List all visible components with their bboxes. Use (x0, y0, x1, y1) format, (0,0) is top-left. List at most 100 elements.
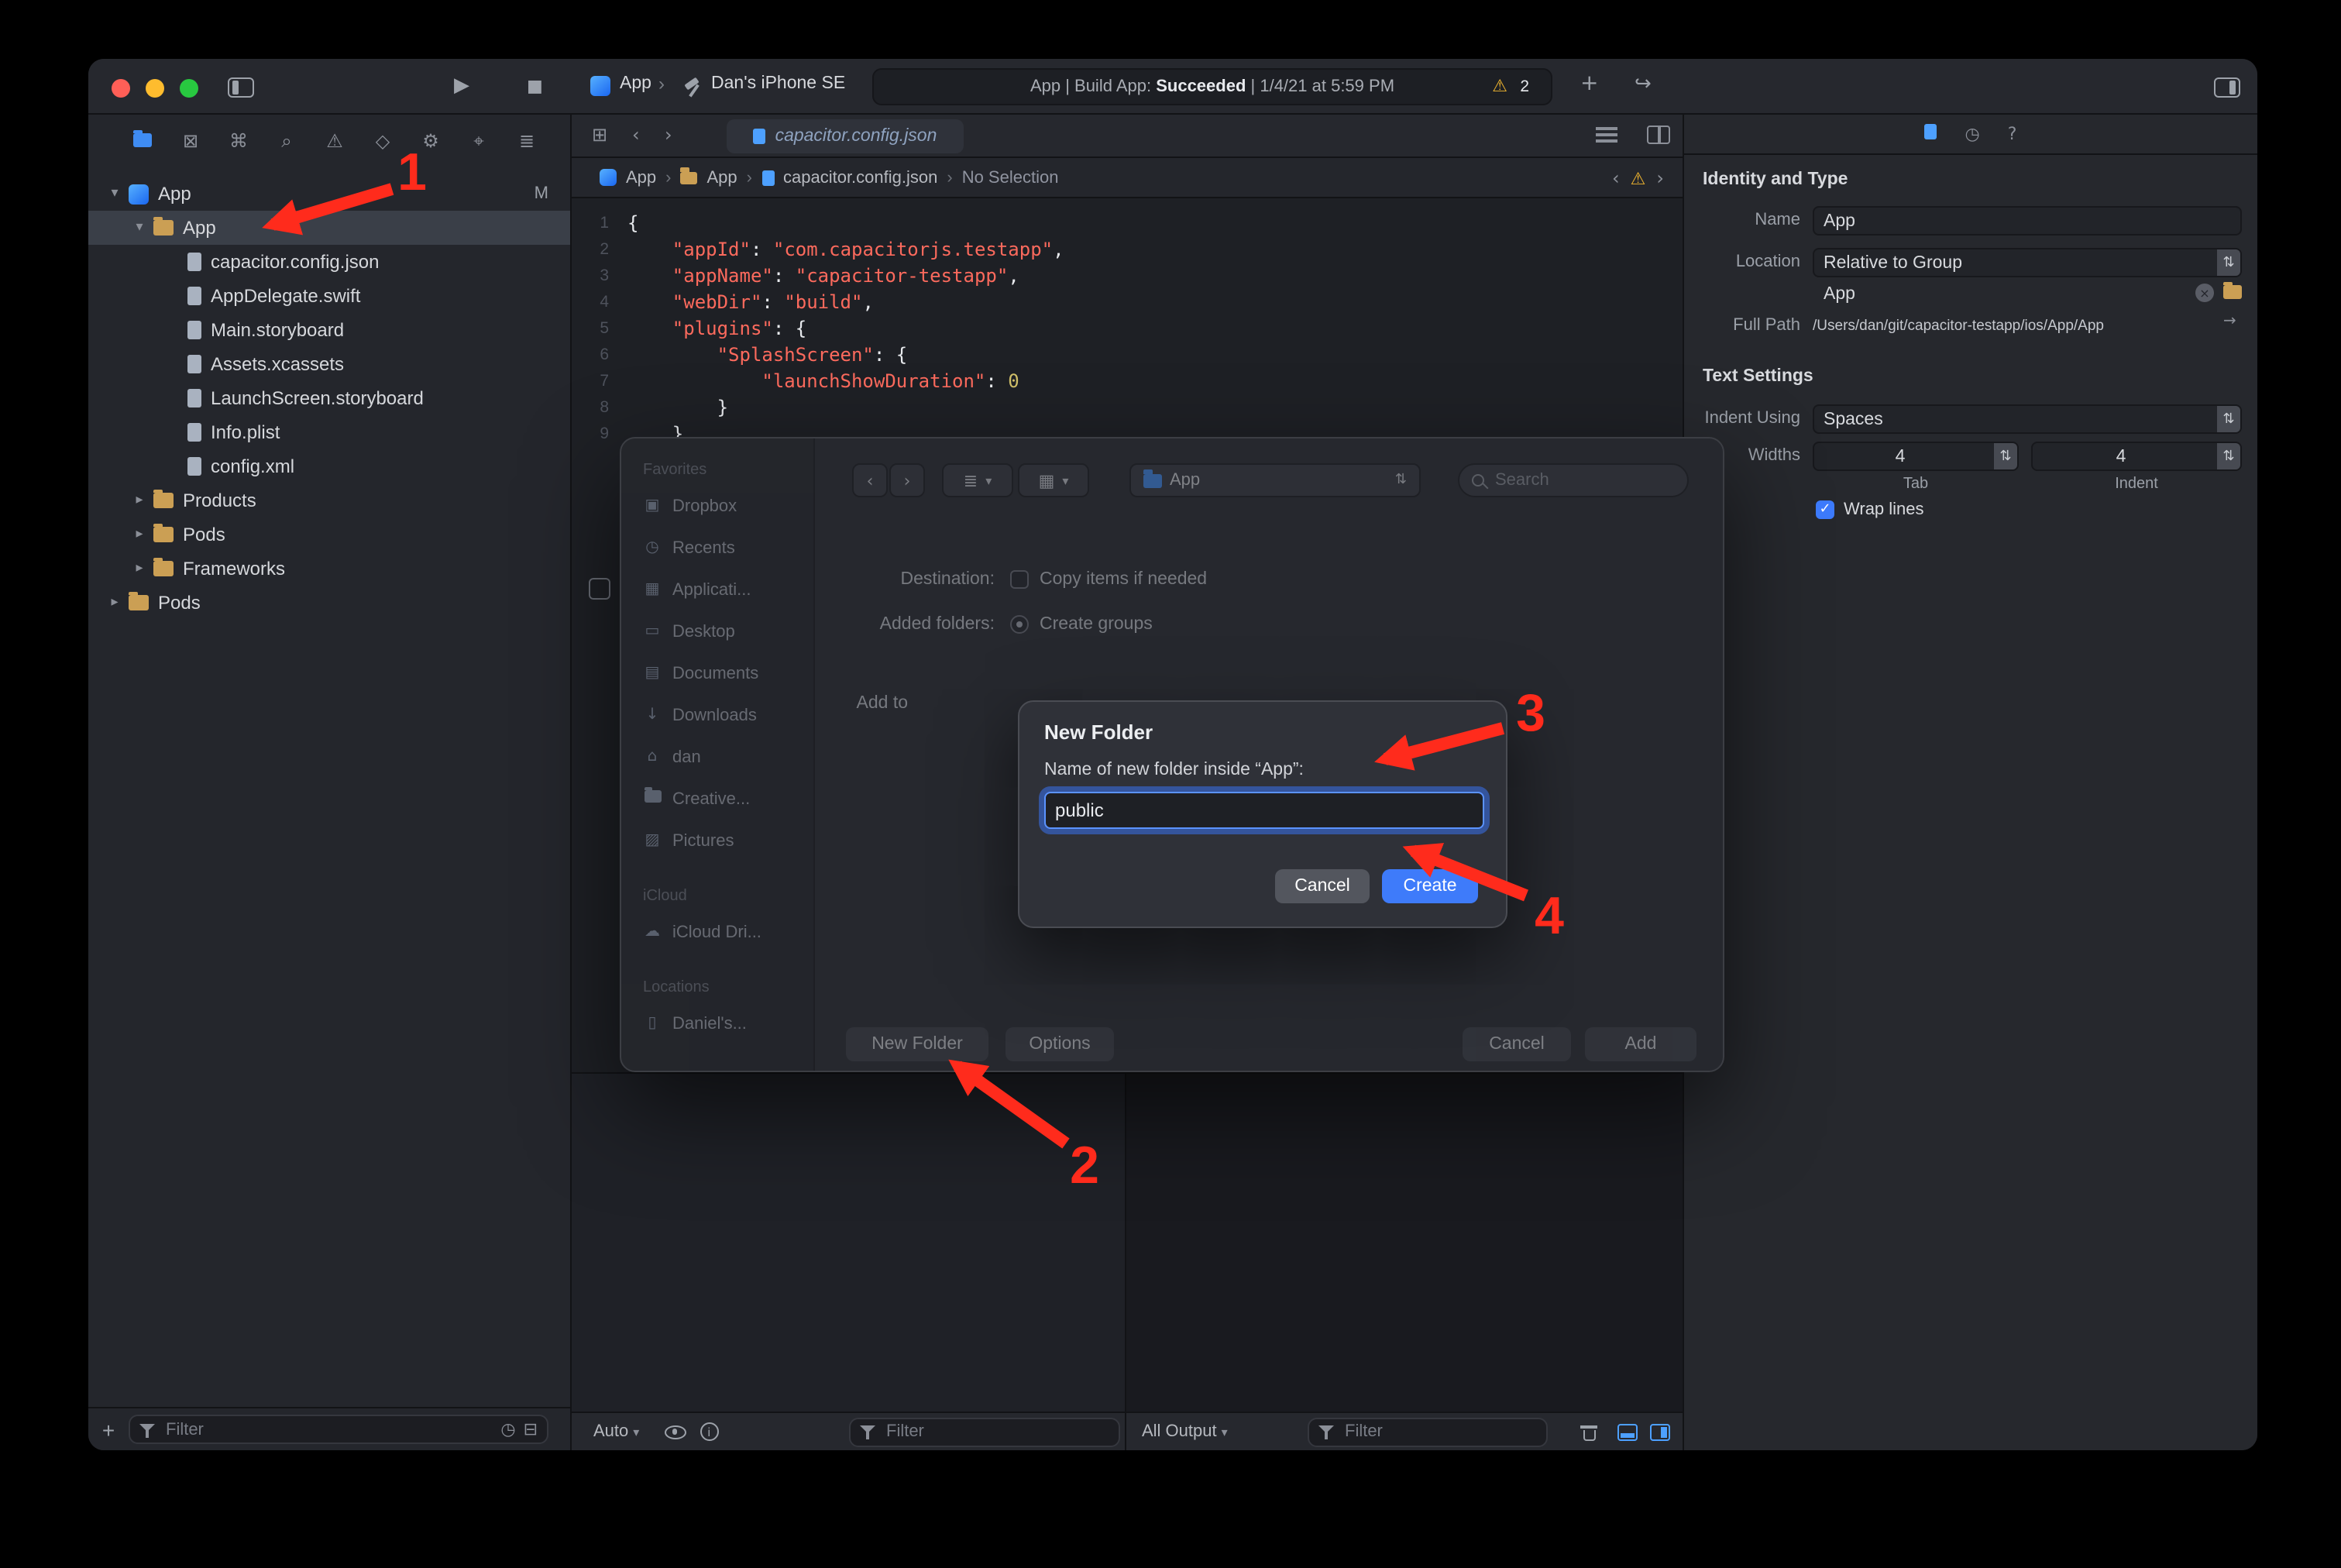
file-inspector-icon[interactable] (1925, 124, 1937, 144)
sidebar-item-icloud-drive[interactable]: ☁iCloud Dri... (621, 911, 813, 953)
history-inspector-icon[interactable]: ◷ (1965, 124, 1980, 144)
sheet-cancel-button[interactable]: Cancel (1463, 1027, 1571, 1061)
wrap-lines-checkbox[interactable]: ✓ (1816, 500, 1834, 519)
dialog-create-button[interactable]: Create (1382, 869, 1478, 903)
list-view-dropdown[interactable]: ≣▾ (942, 463, 1013, 497)
breakpoint-navigator-icon[interactable]: ⌖ (468, 129, 490, 153)
tree-row-info-plist[interactable]: Info.plist (88, 415, 570, 449)
crumb-selection[interactable]: No Selection (962, 168, 1059, 187)
zoom-window-button[interactable] (180, 79, 198, 98)
options-button[interactable]: Options (1005, 1027, 1114, 1061)
run-button[interactable]: ▶ (454, 74, 469, 98)
sidebar-item-recents[interactable]: ◷Recents (621, 527, 813, 569)
split-editor-icon[interactable] (1647, 126, 1670, 144)
run-destination[interactable]: Dan's iPhone SE (711, 74, 845, 93)
create-groups-option[interactable]: Create groups (1040, 615, 1153, 634)
clear-console-trash-icon[interactable] (1580, 1422, 1597, 1441)
sheet-forward-button[interactable]: › (889, 463, 925, 497)
navigator-filter-input[interactable] (163, 1418, 500, 1440)
symbol-navigator-icon[interactable]: ⌘ (228, 130, 249, 152)
sheet-back-button[interactable]: ‹ (852, 463, 888, 497)
sidebar-item-daniels-mac[interactable]: ▯Daniel's... (621, 1002, 813, 1044)
reveal-path-arrow-icon[interactable]: → (2223, 313, 2236, 330)
code-review-icon[interactable]: ↪ (1635, 73, 1652, 96)
disclosure-closed-icon[interactable]: ▸ (104, 595, 125, 610)
sheet-add-button[interactable]: Add (1585, 1027, 1696, 1061)
toggle-variables-pane-icon[interactable] (1617, 1423, 1638, 1440)
project-navigator-icon[interactable] (132, 130, 153, 152)
go-back-icon[interactable]: ‹ (632, 124, 640, 146)
tree-row-launchscreen[interactable]: LaunchScreen.storyboard (88, 381, 570, 415)
crumb-file[interactable]: capacitor.config.json (783, 168, 937, 187)
tree-row-pods-group[interactable]: ▸ Pods (88, 518, 570, 552)
minimize-window-button[interactable] (146, 79, 164, 98)
console-filter-field[interactable] (1308, 1417, 1548, 1446)
tree-row-config-xml[interactable]: config.xml (88, 449, 570, 483)
sheet-search-input[interactable] (1492, 469, 1675, 491)
warning-icon[interactable]: ⚠ (1492, 76, 1507, 96)
toggle-inspectors-icon[interactable] (2214, 77, 2240, 98)
copy-items-checkbox[interactable] (1010, 570, 1029, 589)
disclosure-closed-icon[interactable]: ▸ (129, 527, 150, 542)
choose-folder-icon[interactable] (2223, 285, 2242, 299)
next-issue-icon[interactable]: › (1656, 167, 1664, 189)
tree-row-pods-project[interactable]: ▸ Pods (88, 586, 570, 620)
variables-filter-input[interactable] (883, 1421, 1109, 1442)
tree-row-main-storyboard[interactable]: Main.storyboard (88, 313, 570, 347)
navigator-filter-field[interactable]: ◷⊟ (129, 1415, 548, 1444)
crumb-project[interactable]: App (626, 168, 656, 187)
close-window-button[interactable] (112, 79, 130, 98)
name-field[interactable]: App (1813, 206, 2242, 236)
location-dropdown[interactable]: Relative to Group ⇅ (1813, 248, 2242, 277)
toggle-navigator-icon[interactable] (228, 77, 254, 98)
sheet-search-field[interactable] (1458, 463, 1689, 497)
print-description-icon[interactable]: i (700, 1422, 718, 1441)
go-forward-icon[interactable]: › (665, 124, 672, 146)
tree-row-assets[interactable]: Assets.xcassets (88, 347, 570, 381)
disclosure-open-icon[interactable]: ▾ (104, 186, 125, 201)
sidebar-item-creative[interactable]: Creative... (621, 778, 813, 820)
indent-using-dropdown[interactable]: Spaces ⇅ (1813, 404, 2242, 434)
tree-row-project-app[interactable]: ▾ App M (88, 177, 570, 211)
scheme-name[interactable]: App (620, 74, 651, 93)
tree-row-appdelegate[interactable]: AppDelegate.swift (88, 279, 570, 313)
tree-row-frameworks[interactable]: ▸ Frameworks (88, 552, 570, 586)
quick-look-eye-icon[interactable] (664, 1425, 686, 1439)
stop-button[interactable]: ■ (527, 76, 543, 96)
recent-files-clock-icon[interactable]: ◷ (500, 1419, 515, 1439)
library-plus-button[interactable]: + (1580, 71, 1598, 96)
previous-issue-icon[interactable]: ‹ (1612, 167, 1620, 189)
tree-row-group-app[interactable]: ▾ App (88, 211, 570, 245)
icon-view-dropdown[interactable]: ▦▾ (1018, 463, 1089, 497)
sidebar-item-documents[interactable]: ▤Documents (621, 652, 813, 694)
adjust-editor-icon[interactable] (1596, 127, 1617, 144)
quick-help-inspector-icon[interactable]: ? (2008, 124, 2017, 144)
warning-icon[interactable]: ⚠ (1631, 168, 1646, 188)
sidebar-item-pictures[interactable]: ▨Pictures (621, 820, 813, 861)
tab-width-stepper[interactable]: 4 ⇅ (1813, 442, 2019, 471)
find-navigator-icon[interactable]: ⌕ (276, 129, 297, 153)
disclosure-closed-icon[interactable]: ▸ (129, 493, 150, 508)
disclosure-closed-icon[interactable]: ▸ (129, 561, 150, 576)
create-groups-radio[interactable] (1010, 615, 1029, 634)
warning-count[interactable]: 2 (1520, 77, 1529, 96)
dialog-cancel-button[interactable]: Cancel (1275, 869, 1370, 903)
copy-items-option[interactable]: Copy items if needed (1040, 570, 1207, 589)
console-filter-input[interactable] (1342, 1421, 1537, 1442)
current-folder-dropdown[interactable]: App ⇅ (1129, 463, 1421, 497)
folder-name-input[interactable] (1044, 792, 1484, 829)
tree-row-products[interactable]: ▸ Products (88, 483, 570, 518)
variables-filter-field[interactable] (849, 1417, 1120, 1446)
indent-width-stepper[interactable]: 4 ⇅ (2031, 442, 2242, 471)
editor-tab[interactable]: capacitor.config.json (727, 119, 964, 153)
clear-group-icon[interactable]: × (2195, 284, 2214, 302)
crumb-group[interactable]: App (707, 168, 737, 187)
tree-row-capacitor-config[interactable]: capacitor.config.json (88, 245, 570, 279)
sidebar-item-dropbox[interactable]: ▣Dropbox (621, 485, 813, 527)
editor-minimap-toggle-icon[interactable] (589, 578, 610, 600)
test-navigator-icon[interactable]: ◇ (372, 130, 394, 152)
all-output-dropdown[interactable]: All Output (1142, 1422, 1217, 1441)
source-control-navigator-icon[interactable]: ⊠ (180, 130, 201, 152)
issue-navigator-icon[interactable]: ⚠ (324, 130, 345, 152)
related-items-grid-icon[interactable]: ⊞ (592, 124, 607, 146)
